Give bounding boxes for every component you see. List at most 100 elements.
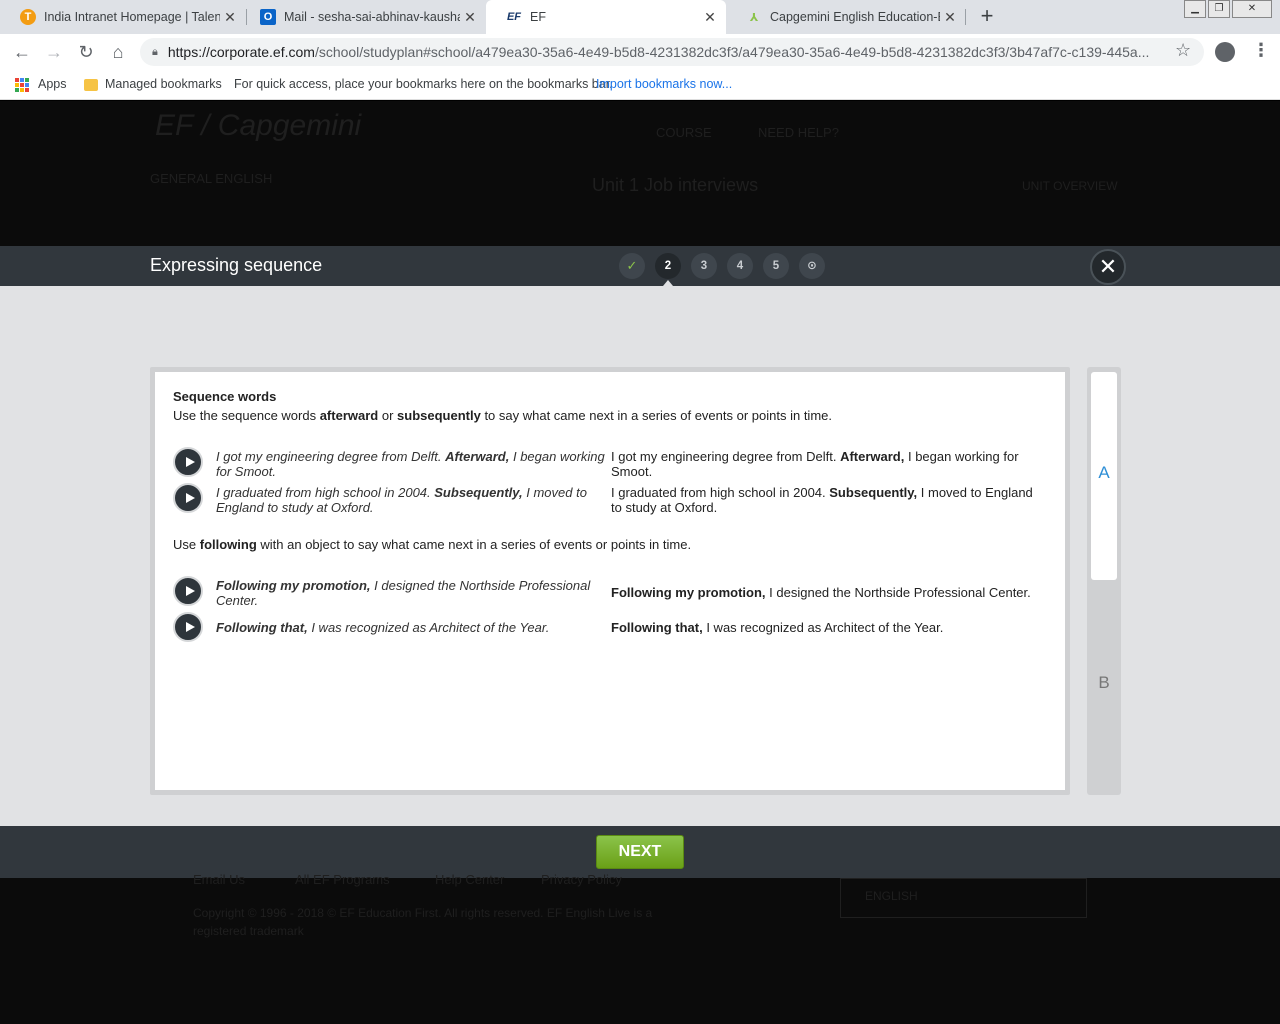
step-3[interactable]: 3 (691, 253, 717, 279)
profile-avatar-icon[interactable] (1215, 42, 1235, 62)
content-panel: Sequence words Use the sequence words af… (155, 372, 1065, 790)
example-italic: Following that, I was recognized as Arch… (216, 620, 608, 635)
capgemini-favicon-icon: ⅄ (749, 11, 759, 24)
play-audio-button[interactable] (173, 447, 203, 477)
keyword-following: following (199, 537, 257, 552)
tab-divider (965, 9, 966, 25)
browser-tab-mail[interactable]: O Mail - sesha-sai-abhinav-kaushal ✕ (240, 0, 486, 34)
content-frame: Sequence words Use the sequence words af… (150, 367, 1070, 795)
intro-paragraph: Use the sequence words afterward or subs… (173, 408, 832, 423)
ef-favicon-icon: EF (506, 11, 522, 23)
apps-bookmark[interactable]: Apps (38, 77, 67, 91)
outlook-favicon-icon: O (260, 9, 276, 25)
footer-link: Email Us (193, 872, 246, 887)
language-selector: ENGLISH (840, 878, 1087, 918)
import-bookmarks-link[interactable]: Import bookmarks now... (596, 77, 732, 91)
following-paragraph: Use following with an object to say what… (173, 537, 691, 552)
nav-need-help: NEED HELP? (758, 125, 839, 140)
example-text: I was recognized as Architect of the Yea… (307, 620, 550, 635)
intro-text: or (378, 408, 398, 423)
footer-link: Privacy Policy (541, 872, 622, 887)
play-audio-button[interactable] (173, 612, 203, 642)
home-icon[interactable]: ⌂ (106, 40, 130, 64)
activity-footer: NEXT (0, 826, 1280, 878)
footer-link: Help Center (435, 872, 505, 887)
example-italic: I graduated from high school in 2004. Su… (216, 485, 608, 515)
page-b-label[interactable]: B (1087, 673, 1121, 693)
forward-icon[interactable]: → (42, 40, 66, 64)
page-selector: A B (1087, 367, 1121, 795)
example-keyword: Afterward, (840, 449, 905, 464)
address-bar[interactable]: 🔒︎ https://corporate.ef.com /school/stud… (140, 38, 1204, 66)
back-icon[interactable]: ← (10, 40, 34, 64)
course-name: GENERAL ENGLISH (150, 171, 273, 186)
browser-tab-ef[interactable]: EF EF ✕ (486, 0, 726, 34)
example-text: I was recognized as Architect of the Yea… (702, 620, 944, 635)
step-1-complete[interactable]: ✓ (619, 253, 645, 279)
intro-text: to say what came next in a series of eve… (480, 408, 832, 423)
restore-button[interactable]: ❐ (1208, 0, 1230, 18)
intro-text: Use (173, 537, 200, 552)
example-keyword: Following that, (611, 620, 703, 635)
new-tab-button[interactable]: + (976, 4, 998, 28)
example-keyword: Subsequently, (829, 485, 918, 500)
site-logo: EF / Capgemini (155, 109, 362, 142)
play-audio-button[interactable] (173, 576, 203, 606)
example-keyword: Subsequently, (434, 485, 523, 500)
url-path: /school/studyplan#school/a479ea30-35a6-4… (314, 44, 1150, 60)
tab-label: India Intranet Homepage | Talent (44, 10, 220, 24)
minimize-button[interactable]: ▁ (1184, 0, 1206, 18)
step-2-current[interactable]: 2 (655, 253, 681, 279)
step-summary-icon[interactable]: ⊙ (799, 253, 825, 279)
example-keyword: Following that, (216, 620, 308, 635)
folder-icon (84, 79, 98, 91)
activity-title: Expressing sequence (150, 255, 323, 275)
apps-grid-icon[interactable] (15, 78, 29, 92)
talent-favicon-icon: T (20, 9, 36, 25)
example-plain: Following my promotion, I designed the N… (611, 585, 1041, 600)
browser-toolbar: ← → ↻ ⌂ 🔒︎ https://corporate.ef.com /sch… (0, 34, 1280, 70)
unit-title: Unit 1 Job interviews (592, 175, 759, 195)
example-keyword: Following my promotion, (216, 578, 371, 593)
window-close-button[interactable]: ✕ (1232, 0, 1272, 18)
close-tab-icon[interactable]: ✕ (460, 9, 480, 26)
keyword-afterward: afterward (319, 408, 379, 423)
activity-body: Sequence words Use the sequence words af… (0, 286, 1280, 826)
next-button[interactable]: NEXT (596, 835, 684, 869)
example-italic: I got my engineering degree from Delft. … (216, 449, 608, 479)
example-text: I got my engineering degree from Delft. (611, 449, 841, 464)
example-text: I got my engineering degree from Delft. (216, 449, 446, 464)
unit-overview-button: UNIT OVERVIEW (1022, 179, 1118, 193)
example-plain: I graduated from high school in 2004. Su… (611, 485, 1041, 515)
close-activity-button[interactable]: ✕ (1090, 249, 1126, 285)
example-text: I graduated from high school in 2004. (611, 485, 830, 500)
copyright-text: Copyright © 1996 - 2018 © EF Education F… (193, 906, 653, 938)
browser-menu-icon[interactable]: ⋮ (1252, 40, 1270, 61)
reload-icon[interactable]: ↻ (74, 40, 98, 64)
step-4[interactable]: 4 (727, 253, 753, 279)
play-audio-button[interactable] (173, 483, 203, 513)
footer-link: All EF Programs (295, 872, 390, 887)
tab-label: EF (530, 10, 546, 24)
activity-header: Expressing sequence ✓ 2 3 4 5 ⊙ ✕ (0, 246, 1280, 286)
close-tab-icon[interactable]: ✕ (940, 9, 960, 26)
nav-course: COURSE (656, 125, 712, 140)
intro-text: Use the sequence words (173, 408, 320, 423)
example-italic: Following my promotion, I designed the N… (216, 578, 608, 608)
close-tab-icon[interactable]: ✕ (700, 9, 720, 26)
keyword-subsequently: subsequently (397, 408, 481, 423)
step-5[interactable]: 5 (763, 253, 789, 279)
close-tab-icon[interactable]: ✕ (220, 9, 240, 26)
page-a-label[interactable]: A (1087, 463, 1121, 483)
example-plain: Following that, I was recognized as Arch… (611, 620, 1041, 635)
intro-text: with an object to say what came next in … (256, 537, 692, 552)
dimmed-page-footer: Email Us All EF Programs Help Center Pri… (0, 872, 1280, 1024)
tab-label: Capgemini English Education-EF (770, 10, 940, 24)
browser-tab-talent[interactable]: T India Intranet Homepage | Talent ✕ (0, 0, 246, 34)
managed-bookmarks-folder[interactable]: Managed bookmarks (105, 77, 222, 91)
browser-tab-capgemini[interactable]: ⅄ Capgemini English Education-EF ✕ (726, 0, 966, 34)
lock-icon: 🔒︎ (152, 45, 158, 58)
url-host: https://corporate.ef.com (167, 44, 315, 60)
example-keyword: Following my promotion, (611, 585, 766, 600)
bookmark-star-icon[interactable]: ☆ (1175, 40, 1191, 61)
